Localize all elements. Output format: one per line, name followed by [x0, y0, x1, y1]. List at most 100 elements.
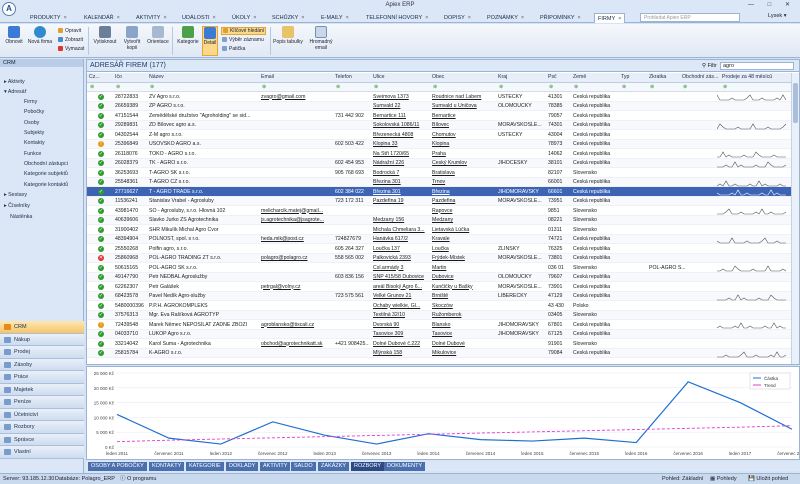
edit-button[interactable]: Opravit — [58, 28, 81, 34]
tab-5[interactable]: SCHŮZKY × — [272, 13, 305, 23]
table-row[interactable]: ✓ 36253693 T-AGRO SK s.r.o. 905 768 693 Bodr… — [87, 168, 791, 178]
tree-item[interactable]: Funkce — [24, 151, 41, 157]
cell-email[interactable]: heda.mik@post.cz — [261, 236, 331, 243]
cell-ulice[interactable]: Bodrocká 7 — [373, 170, 428, 177]
table-row[interactable]: ✓ 26118076 TOKO - AGRO s.r.o. Na Stři 1720/… — [87, 149, 791, 159]
table-row[interactable]: ✓ 25815784 K-AGRO s.r.o. Mlýnská 158 Mikulov… — [87, 348, 791, 358]
table-row[interactable]: ✓ 04302544 Z-M agro s.r.o. Březenecká 4808 C… — [87, 130, 791, 140]
key-search-button[interactable]: Klíčové hledání — [221, 27, 267, 35]
table-row[interactable]: ✓ 50615165 POL-AGRO SK s.r.o. Čsl.armády 3 M… — [87, 263, 791, 273]
print-button[interactable]: Vytisknout — [91, 26, 119, 45]
filter-cell-icon[interactable]: ⊕ — [374, 84, 378, 90]
close-icon[interactable]: × — [301, 15, 304, 21]
cell-obec[interactable]: Český Krumlov — [432, 160, 494, 167]
filter-cell-icon[interactable]: ⊕ — [90, 84, 94, 90]
cell-obec[interactable]: Tasovice — [432, 331, 494, 338]
module-item[interactable]: Nákup — [0, 333, 84, 346]
cell-email[interactable]: melicharcik.matej@gmail... — [261, 208, 331, 215]
column-header[interactable]: Obchodní zás... — [682, 74, 720, 80]
cell-ulice[interactable]: Mlýnská 158 — [373, 350, 428, 357]
cell-obec[interactable]: Klopina — [432, 141, 494, 148]
tab-11[interactable]: FIRMY × — [594, 13, 626, 23]
copy-button[interactable]: Vytvořit kopii — [120, 26, 144, 51]
tab-0[interactable]: PRODUKTY × — [30, 13, 67, 23]
filter-cell-icon[interactable]: ⊕ — [650, 84, 654, 90]
module-item[interactable]: Vlastní — [0, 446, 84, 459]
tab-2[interactable]: AKTIVITY × — [136, 13, 167, 23]
tree-item[interactable]: Kategorie kontaktů — [24, 182, 68, 188]
table-row[interactable]: ✓ 26028379 TK - AGRO s.r.o. 602 454 953 Nádr… — [87, 158, 791, 168]
table-row[interactable]: ✓ 31900402 SHR Mikulík Michal Agro Čvor Mic… — [87, 225, 791, 235]
vertical-scrollbar[interactable] — [791, 73, 799, 364]
filter-cell-icon[interactable]: ⊕ — [336, 84, 340, 90]
bottom-tab[interactable]: SALDO — [291, 462, 316, 471]
table-row[interactable]: ✓ 28722833 ZV Agro s.r.o. zvagro@gmail.com Š… — [87, 92, 791, 102]
cell-obec[interactable]: Bílovec — [432, 122, 494, 129]
cell-obec[interactable]: Kunčičky u Bašky — [432, 284, 494, 291]
filter-cell-icon[interactable]: ⊕ — [622, 84, 626, 90]
cell-ulice[interactable]: Nádražní 226 — [373, 160, 428, 167]
table-row[interactable]: ✓ 25548361 T-AGRO CZ s.r.o. Březina 301 Trno… — [87, 177, 791, 187]
column-header[interactable]: Typ — [621, 74, 647, 80]
record-selection-button[interactable]: Výběr záznamu — [222, 37, 264, 43]
module-item[interactable]: Peníze — [0, 396, 84, 409]
cell-ulice[interactable]: Loučka 137 — [373, 246, 428, 253]
cell-obec[interactable]: Mikulovice — [432, 350, 494, 357]
cell-obec[interactable]: Dolné Dubové — [432, 341, 494, 348]
column-header[interactable]: Zkratka — [649, 74, 680, 80]
cell-ulice[interactable]: Březenecká 4808 — [373, 132, 428, 139]
cell-obec[interactable]: Kravale — [432, 236, 494, 243]
tab-10[interactable]: PŘIPOMÍNKY × — [540, 13, 581, 23]
cell-email[interactable]: zvagro@gmail.com — [261, 94, 331, 101]
tree-item[interactable]: Firmy — [24, 99, 37, 105]
column-header[interactable]: Název — [149, 74, 259, 80]
table-row[interactable]: ✓ 5480000396 P.P.H. AGROKOMPLEKS Ochaby wie… — [87, 301, 791, 311]
module-item[interactable]: CRM — [0, 321, 84, 334]
tree-item[interactable]: ▸ Číselníky — [4, 203, 30, 209]
cell-ulice[interactable]: Dvorská 90 — [373, 322, 428, 329]
close-icon[interactable]: × — [618, 16, 621, 22]
close-icon[interactable]: × — [346, 15, 349, 21]
close-icon[interactable]: × — [521, 15, 524, 21]
cell-ulice[interactable]: Velké Grunov 21 — [373, 293, 428, 300]
table-row[interactable]: ✓ 11536241 Stanislav Vrabel - Agrosluby 723… — [87, 196, 791, 206]
table-row[interactable]: ✓ 37576313 Mgr. Eva Rašíková AGROTYP Textil… — [87, 310, 791, 320]
cell-ulice[interactable]: Šumvald 22 — [373, 103, 428, 110]
cell-obec[interactable]: Bratislava — [432, 170, 494, 177]
tab-1[interactable]: KALENDÁŘ × — [84, 13, 120, 23]
about-link[interactable]: ⓘ O programu — [120, 474, 156, 484]
cell-email[interactable]: polagro@polagro.cz — [261, 255, 331, 262]
cell-ulice[interactable]: Klopina 33 — [373, 141, 428, 148]
tree-item[interactable]: Osoby — [24, 120, 39, 126]
table-row[interactable]: ✓ 04033710 LUKOP Agro s.r.o. Tasovice 309 Ta… — [87, 329, 791, 339]
table-row[interactable]: ✓ 26659389 ZP AGRO s.r.o. Šumvald 22 Šumvald… — [87, 101, 791, 111]
module-item[interactable]: Majetek — [0, 383, 84, 396]
app-logo[interactable]: A — [2, 2, 16, 16]
table-row[interactable]: ! 25396849 ÚSOVSKO AGRO a.s. 602 503 422 Klo… — [87, 139, 791, 149]
tree-item[interactable]: ▸ Sestavy — [4, 192, 27, 198]
cell-ulice[interactable]: Textilná 32/10 — [373, 312, 428, 319]
tree-item[interactable]: Subjekty — [24, 130, 44, 136]
bottom-tab[interactable]: AKTIVITY — [260, 462, 291, 471]
cell-obec[interactable]: Březina — [432, 189, 494, 196]
cell-ulice[interactable]: Šveimova 1373 — [373, 94, 428, 101]
table-row[interactable]: ✓ 25550268 Polfin agro, s.r.o. 605 264 327 L… — [87, 244, 791, 254]
filter-cell-icon[interactable]: ⊕ — [150, 84, 154, 90]
table-row[interactable]: ✕ 25860968 POL-AGRO TRADING ZT s.r.o. polag… — [87, 253, 791, 263]
cell-obec[interactable]: Blansko — [432, 322, 494, 329]
cell-ulice[interactable]: Michala Chmeliara 3... — [373, 227, 428, 234]
bottom-tab[interactable]: ZAKÁZKY — [318, 462, 350, 471]
table-row[interactable]: ✓ 27716627 T - AGRO TRADE s.r.o. 602 384 02… — [87, 187, 791, 197]
cell-ulice[interactable]: Bernartice 111 — [373, 113, 428, 120]
cell-ulice[interactable]: Tasovice 309 — [373, 331, 428, 338]
filter-cell-icon[interactable]: ⊕ — [723, 84, 727, 90]
close-icon[interactable]: × — [425, 15, 428, 21]
column-header[interactable]: Země — [573, 74, 619, 80]
filter-cell-icon[interactable]: ⊕ — [499, 84, 503, 90]
cell-obec[interactable]: Frýdek-Místek — [432, 255, 494, 262]
close-icon[interactable]: × — [213, 15, 216, 21]
cell-obec[interactable]: Loučka — [432, 246, 494, 253]
tree-item[interactable]: Kategorie subjektů — [24, 171, 68, 177]
tree-item[interactable]: ▸ Aktivity — [4, 79, 25, 85]
cell-ulice[interactable]: Čsl.armády 3 — [373, 265, 428, 272]
